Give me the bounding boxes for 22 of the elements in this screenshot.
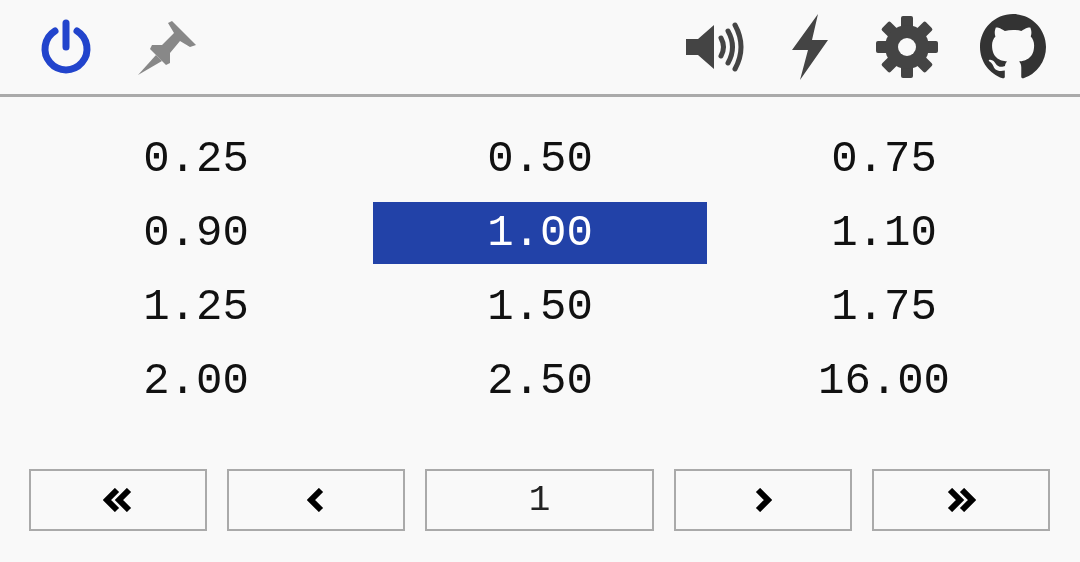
value-option[interactable]: 0.50	[373, 128, 707, 190]
value-option[interactable]: 1.25	[29, 276, 363, 338]
speaker-icon[interactable]	[684, 22, 746, 72]
value-option[interactable]: 0.25	[29, 128, 363, 190]
chevron-left-icon	[307, 488, 325, 512]
value-option[interactable]: 1.50	[373, 276, 707, 338]
value-option[interactable]: 2.50	[373, 350, 707, 412]
github-icon[interactable]	[980, 14, 1046, 80]
value-option[interactable]: 0.75	[717, 128, 1051, 190]
first-page-button[interactable]	[29, 469, 207, 531]
value-option[interactable]: 1.10	[717, 202, 1051, 264]
double-chevron-left-icon	[103, 488, 133, 512]
double-chevron-right-icon	[946, 488, 976, 512]
chevron-right-icon	[754, 488, 772, 512]
settings-icon[interactable]	[874, 14, 940, 80]
last-page-button[interactable]	[872, 469, 1050, 531]
value-option[interactable]: 2.00	[29, 350, 363, 412]
value-option[interactable]: 1.00	[373, 202, 707, 264]
value-option[interactable]: 1.75	[717, 276, 1051, 338]
value-option[interactable]: 16.00	[717, 350, 1051, 412]
value-option[interactable]: 0.90	[29, 202, 363, 264]
page-number-button[interactable]: 1	[425, 469, 654, 531]
